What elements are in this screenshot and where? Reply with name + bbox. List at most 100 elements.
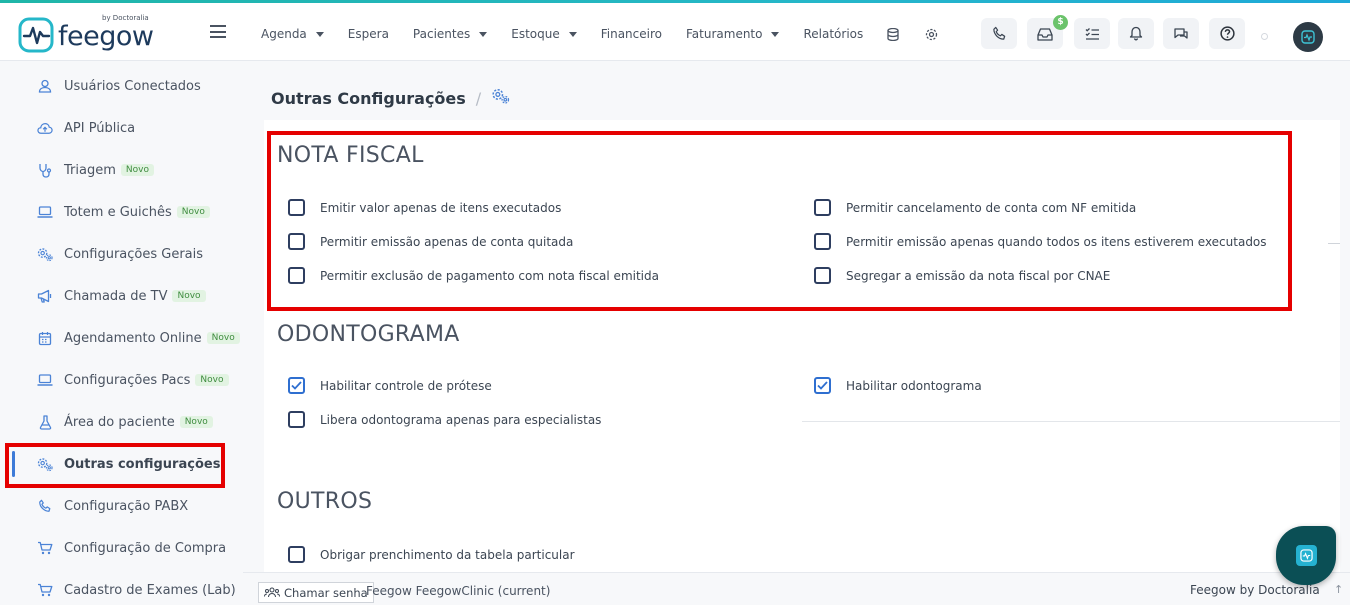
assistant-icon (1295, 545, 1317, 566)
option-habilitar-odontograma[interactable]: Habilitar odontograma (814, 377, 982, 394)
checklist-button[interactable] (1074, 18, 1110, 49)
checkbox-checked[interactable] (288, 377, 305, 394)
label-text: Configurações Gerais (64, 246, 204, 262)
menu-label: Financeiro (600, 27, 662, 41)
laptop-icon (37, 204, 53, 220)
highlight-box-nota-fiscal (267, 131, 1292, 311)
checkmark-icon (817, 381, 828, 390)
checklist-icon (1085, 27, 1099, 40)
option-label: Habilitar controle de prótese (320, 378, 492, 393)
phone-icon (992, 26, 1005, 40)
database-icon[interactable] (887, 27, 899, 41)
bell-icon (1129, 26, 1143, 41)
notifications-button[interactable] (1118, 18, 1154, 49)
label-text: Configuração de Compra (64, 540, 227, 556)
chamar-senha-button[interactable]: Chamar senha (258, 582, 374, 603)
label-text: Configurações Pacs (64, 372, 191, 388)
sidebar-item-configuracao-compra[interactable]: Configuração de Compra (0, 527, 243, 569)
menu-pacientes[interactable]: Pacientes (412, 27, 488, 41)
sidebar-item-triagem[interactable]: Triagem Novo (0, 149, 243, 191)
novo-badge: Novo (120, 164, 154, 176)
sidebar: Usuários Conectados API Pública Triagem N… (0, 62, 243, 605)
label-text: Totem e Guichês (64, 204, 172, 220)
gear-icon[interactable] (925, 27, 938, 41)
option-controle-protese[interactable]: Habilitar controle de prótese (288, 377, 492, 394)
menu-label: Faturamento (686, 27, 763, 41)
calendar-icon (37, 330, 53, 346)
sidebar-item-cadastro-exames[interactable]: Cadastro de Exames (Lab) (0, 569, 243, 605)
chamar-senha-label: Chamar senha (284, 585, 368, 600)
sidebar-item-label: Configuração PABX (64, 499, 188, 514)
inbox-icon (1037, 27, 1053, 41)
option-odontograma-especialistas[interactable]: Libera odontograma apenas para especiali… (288, 411, 601, 428)
sidebar-item-label: Usuários Conectados (64, 79, 201, 94)
menu-label: Relatórios (803, 27, 864, 41)
menu-relatorios[interactable]: Relatórios (803, 27, 863, 41)
cloud-upload-icon (37, 120, 53, 136)
label-text: Usuários Conectados (64, 78, 201, 94)
feegow-logo[interactable]: by Doctoralia feegow (18, 14, 158, 55)
sidebar-item-configuracao-pabx[interactable]: Configuração PABX (0, 485, 243, 527)
menu-estoque[interactable]: Estoque (511, 27, 577, 41)
chevron-down-icon (771, 31, 780, 37)
novo-badge: Novo (172, 290, 206, 302)
sidebar-item-label: Configuração de Compra (64, 541, 226, 556)
phone-icon (37, 498, 53, 514)
sidebar-item-label: API Pública (64, 121, 135, 136)
sidebar-item-configuracoes-pacs[interactable]: Configurações Pacs Novo (0, 359, 243, 401)
label-text: Agendamento Online (64, 330, 202, 346)
novo-badge: Novo (195, 374, 229, 386)
menu-label: Pacientes (412, 27, 471, 41)
sidebar-item-totem-guiches[interactable]: Totem e Guichês Novo (0, 191, 243, 233)
menu-label: Estoque (511, 27, 560, 41)
label-text: Triagem (64, 162, 116, 178)
chat-button[interactable] (1163, 18, 1199, 49)
money-badge: $ (1053, 15, 1068, 30)
page-title: Outras Configurações (271, 88, 466, 108)
menu-financeiro[interactable]: Financeiro (601, 27, 662, 41)
help-button[interactable] (1209, 18, 1245, 49)
option-label: Libera odontograma apenas para especiali… (320, 412, 602, 427)
chat-icon (1174, 27, 1188, 39)
sidebar-item-api-publica[interactable]: API Pública (0, 107, 243, 149)
sidebar-item-label: Chamada de TV Novo (64, 289, 206, 304)
label-text: Chamada de TV (64, 288, 168, 304)
sidebar-item-agendamento-online[interactable]: Agendamento Online Novo (0, 317, 243, 359)
flask-icon (37, 414, 53, 430)
floating-assistant-button[interactable] (1276, 526, 1336, 585)
novo-badge: Novo (206, 332, 240, 344)
label-text: Configuração PABX (64, 498, 189, 514)
novo-badge: Novo (176, 206, 210, 218)
cart-icon (37, 582, 53, 598)
divider (802, 421, 1340, 422)
sidebar-item-label: Triagem Novo (64, 163, 154, 178)
sidebar-item-label: Agendamento Online Novo (64, 331, 240, 346)
sidebar-item-usuarios-conectados[interactable]: Usuários Conectados (0, 65, 243, 107)
sidebar-item-configuracoes-gerais[interactable]: Configurações Gerais (0, 233, 243, 275)
menu-faturamento[interactable]: Faturamento (686, 27, 780, 41)
option-tabela-particular[interactable]: Obrigar prenchimento da tabela particula… (288, 546, 575, 563)
gears-icon (491, 88, 510, 108)
users-icon (264, 587, 280, 598)
cart-icon (37, 540, 53, 556)
label-text: API Pública (64, 120, 136, 136)
sidebar-item-label: Área do paciente Novo (64, 415, 213, 430)
sidebar-item-label: Configurações Gerais (64, 247, 203, 262)
hamburger-menu-icon[interactable] (210, 25, 226, 38)
avatar[interactable] (1293, 22, 1323, 52)
laptop-icon (37, 372, 53, 388)
section-title-odontograma: ODONTOGRAMA (277, 322, 460, 347)
checkbox[interactable] (288, 546, 305, 563)
menu-agenda[interactable]: Agenda (261, 27, 324, 41)
scroll-top-button[interactable]: ↑ (1334, 583, 1343, 596)
checkbox[interactable] (288, 411, 305, 428)
checkbox-checked[interactable] (814, 377, 831, 394)
sidebar-item-area-paciente[interactable]: Área do paciente Novo (0, 401, 243, 443)
checkmark-icon (291, 381, 302, 390)
label-text: Cadastro de Exames (Lab) (64, 582, 236, 598)
sidebar-item-chamada-tv[interactable]: Chamada de TV Novo (0, 275, 243, 317)
main-menu: Agenda Espera Pacientes Estoque Financei… (261, 27, 964, 41)
breadcrumb-separator: / (475, 88, 482, 108)
menu-espera[interactable]: Espera (348, 27, 389, 41)
phone-button[interactable] (981, 18, 1017, 49)
